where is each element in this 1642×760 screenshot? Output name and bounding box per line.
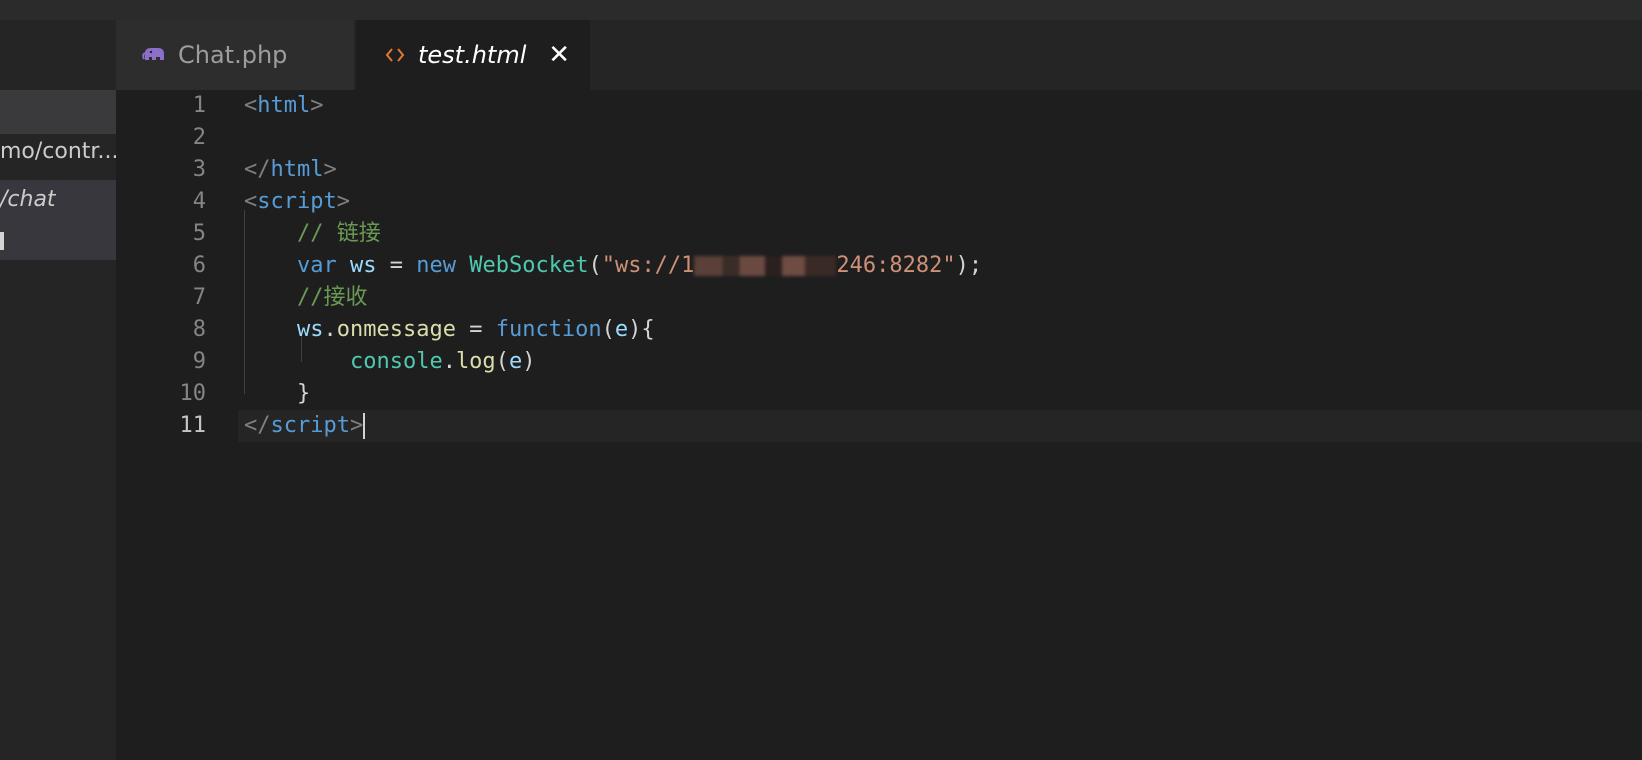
line-number: 9 <box>192 349 206 374</box>
selection-indicator <box>0 232 4 250</box>
code-line: console.log(e) <box>349 349 536 374</box>
line-number: 10 <box>179 381 207 406</box>
line-number: 7 <box>192 285 206 310</box>
code-area[interactable]: <html> </html> <script> // 链接 var ws = n… <box>238 90 1642 442</box>
code-line: } <box>296 381 311 406</box>
menubar <box>0 0 1642 20</box>
line-number-gutter: 1 2 3 4 5 6 7 8 9 10 11 <box>116 90 207 442</box>
code-line: </html> <box>244 157 337 182</box>
line-number: 3 <box>192 157 206 182</box>
code-line-current: </script> <box>238 410 1642 442</box>
tab-test-html[interactable]: test.html ✕ <box>356 20 590 90</box>
sidebar-item-chat[interactable]: /chat <box>0 180 116 220</box>
code-line: ws.onmessage = function(e){ <box>296 317 655 342</box>
line-number: 5 <box>192 221 206 246</box>
code-line: <html> <box>244 93 324 118</box>
tab-test-html-label: test.html <box>418 41 527 69</box>
code-line: var ws = new WebSocket("ws://1 246:8282")… <box>296 253 983 278</box>
html-code-icon <box>384 46 406 64</box>
sidebar-item-path[interactable]: mo/contr... <box>0 132 116 172</box>
line-number: 2 <box>192 125 206 150</box>
tab-bar: Chat.php test.html ✕ <box>116 20 1642 90</box>
sidebar: mo/contr... /chat <box>0 20 116 760</box>
tab-chat-php[interactable]: Chat.php <box>116 20 354 90</box>
redacted-ip-blur <box>694 256 837 276</box>
code-line: // 链接 <box>296 221 381 246</box>
line-number: 8 <box>192 317 206 342</box>
tab-chat-php-label: Chat.php <box>178 41 288 69</box>
text-cursor <box>363 413 366 439</box>
php-elephant-icon <box>142 45 166 65</box>
close-icon[interactable]: ✕ <box>548 40 570 70</box>
line-number: 6 <box>192 253 206 278</box>
sidebar-item-selected[interactable] <box>0 220 116 260</box>
code-editor[interactable]: 1 2 3 4 5 6 7 8 9 10 11 <html> </html> <… <box>116 90 1642 760</box>
line-number: 1 <box>192 93 206 118</box>
line-number: 4 <box>192 189 206 214</box>
code-line: //接收 <box>296 285 368 310</box>
line-number-current: 11 <box>179 413 207 438</box>
code-line: <script> <box>244 189 350 214</box>
sidebar-section-header[interactable] <box>0 90 116 134</box>
